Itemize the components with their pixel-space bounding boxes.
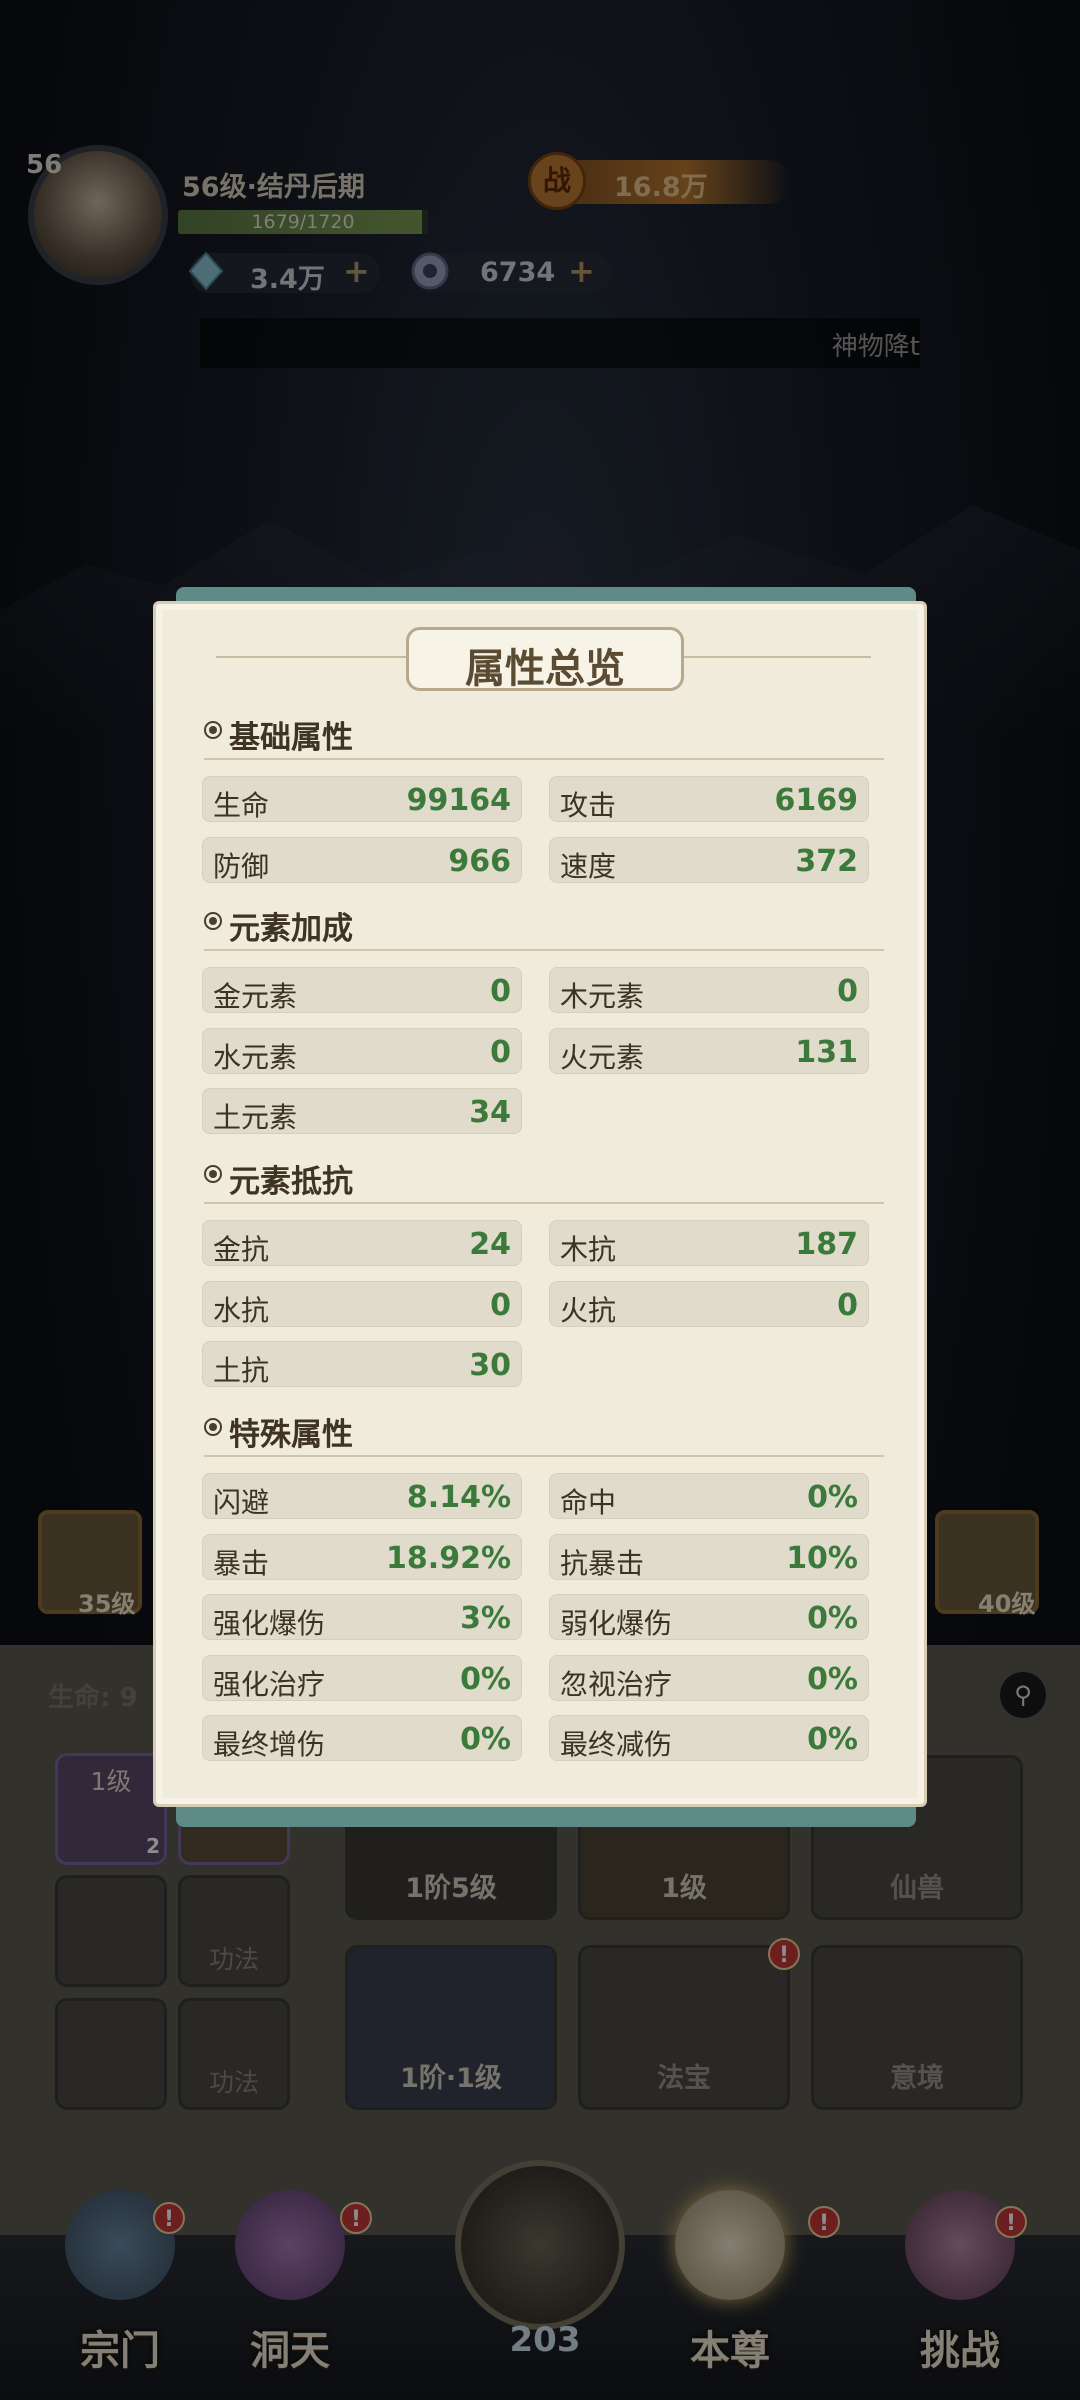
attribute-value: 187 [795, 1227, 858, 1262]
attribute-value: 131 [795, 1034, 858, 1070]
attribute-label: 攻击 [560, 789, 617, 822]
attribute-value: 0 [837, 1287, 858, 1323]
attribute-row: 生命 99164 [202, 776, 522, 822]
attribute-label: 金抗 [213, 1233, 270, 1266]
attribute-label: 金元素 [213, 980, 298, 1013]
attribute-value: 24 [469, 1227, 511, 1262]
attribute-row: 忽视治疗 0% [549, 1654, 869, 1701]
attribute-value: 6169 [774, 783, 859, 818]
attribute-value: 0% [460, 1722, 511, 1757]
attribute-label: 木元素 [560, 980, 645, 1013]
attribute-label: 火元素 [560, 1040, 645, 1074]
section-bullet-icon [204, 1418, 222, 1436]
section-title: 特殊属性 [229, 1417, 353, 1453]
attribute-value: 0 [490, 1034, 511, 1070]
attribute-row: 抗暴击 10% [549, 1533, 869, 1580]
attribute-row: 暴击 18.92% [202, 1533, 522, 1580]
attribute-row: 金元素 0 [202, 967, 522, 1013]
attribute-value: 18.92% [386, 1540, 511, 1576]
attribute-label: 火抗 [560, 1293, 617, 1327]
attribute-label: 水抗 [213, 1293, 270, 1327]
section-bullet-icon [204, 1165, 222, 1183]
attribute-label: 最终减伤 [560, 1728, 673, 1761]
attribute-row: 最终减伤 0% [549, 1715, 869, 1761]
modal-title: 属性总览 [465, 645, 625, 692]
attribute-row: 最终增伤 0% [202, 1715, 522, 1761]
attribute-value: 34 [469, 1095, 511, 1130]
attribute-label: 强化爆伤 [213, 1607, 326, 1640]
attribute-row: 木抗 187 [549, 1220, 869, 1266]
attribute-label: 防御 [213, 849, 270, 883]
attribute-value: 3% [460, 1601, 511, 1636]
attribute-value: 966 [448, 843, 511, 879]
attribute-row: 水元素 0 [202, 1027, 522, 1074]
section-title: 元素加成 [229, 911, 353, 947]
section-divider [204, 1455, 884, 1457]
attribute-label: 命中 [560, 1486, 617, 1519]
attribute-row: 防御 966 [202, 836, 522, 883]
section-title: 元素抵抗 [229, 1164, 353, 1200]
title-divider-left [216, 656, 406, 658]
attribute-label: 抗暴击 [560, 1546, 645, 1580]
attribute-row: 强化治疗 0% [202, 1654, 522, 1701]
attribute-row: 命中 0% [549, 1473, 869, 1519]
attribute-value: 0% [807, 1601, 858, 1636]
title-divider-right [681, 656, 871, 658]
attribute-overview-modal: 属性总览 基础属性生命 99164 攻击 6169 防御 966 速度 372 元素加成金元素 0… [153, 601, 927, 1807]
attribute-row: 木元素 0 [549, 967, 869, 1013]
attribute-label: 暴击 [213, 1546, 270, 1580]
attribute-row: 土元素 34 [202, 1088, 522, 1134]
attribute-label: 忽视治疗 [560, 1667, 673, 1701]
attribute-label: 速度 [560, 849, 617, 883]
attribute-value: 10% [786, 1540, 858, 1576]
attribute-value: 0% [807, 1722, 858, 1757]
attribute-label: 弱化爆伤 [560, 1607, 673, 1640]
attribute-label: 土元素 [213, 1101, 298, 1134]
attribute-row: 金抗 24 [202, 1220, 522, 1266]
attribute-row: 攻击 6169 [549, 776, 869, 822]
attribute-value: 0 [490, 1287, 511, 1323]
section-divider [204, 949, 884, 951]
attribute-row: 速度 372 [549, 836, 869, 883]
attribute-row: 火抗 0 [549, 1280, 869, 1327]
section-title: 基础属性 [229, 720, 353, 756]
attribute-row: 火元素 131 [549, 1027, 869, 1074]
section-bullet-icon [204, 721, 222, 739]
section-bullet-icon [204, 912, 222, 930]
attribute-label: 生命 [213, 789, 270, 822]
attribute-value: 8.14% [406, 1480, 511, 1515]
attribute-value: 0% [807, 1661, 858, 1697]
attribute-value: 99164 [406, 783, 511, 818]
attribute-label: 最终增伤 [213, 1728, 326, 1761]
attribute-label: 闪避 [213, 1486, 270, 1519]
attribute-row: 土抗 30 [202, 1341, 522, 1387]
attribute-value: 0 [837, 974, 858, 1009]
attribute-value: 372 [795, 843, 858, 879]
attribute-value: 0% [807, 1480, 858, 1515]
attribute-label: 强化治疗 [213, 1667, 326, 1701]
section-divider [204, 758, 884, 760]
section-divider [204, 1202, 884, 1204]
attribute-row: 闪避 8.14% [202, 1473, 522, 1519]
attribute-value: 30 [469, 1348, 511, 1383]
attribute-row: 弱化爆伤 0% [549, 1594, 869, 1640]
attribute-label: 土抗 [213, 1354, 270, 1387]
attribute-label: 水元素 [213, 1040, 298, 1074]
attribute-value: 0% [460, 1661, 511, 1697]
attribute-row: 水抗 0 [202, 1280, 522, 1327]
attribute-label: 木抗 [560, 1233, 617, 1266]
modal-title-frame: 属性总览 [406, 627, 684, 692]
attribute-value: 0 [490, 974, 511, 1009]
attribute-row: 强化爆伤 3% [202, 1594, 522, 1640]
